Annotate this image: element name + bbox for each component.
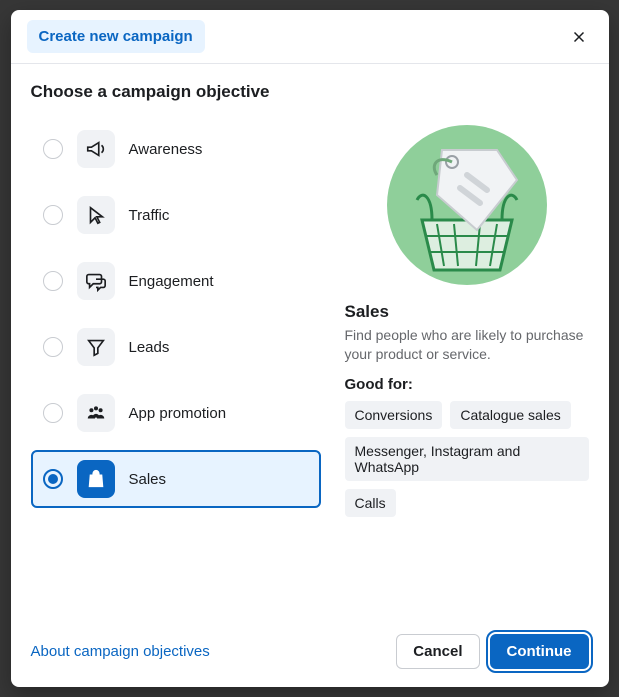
tag-messenger-instagram-whatsapp: Messenger, Instagram and WhatsApp [345,437,589,481]
shopping-bag-icon [77,460,115,498]
chat-icon [77,262,115,300]
modal-body: Choose a campaign objective Awareness [11,64,609,620]
people-icon [77,394,115,432]
objective-engagement[interactable]: Engagement [31,252,321,310]
objective-detail-column: Sales Find people who are likely to purc… [345,120,589,517]
radio-awareness[interactable] [43,139,63,159]
objective-awareness[interactable]: Awareness [31,120,321,178]
objective-sales[interactable]: Sales [31,450,321,508]
radio-traffic[interactable] [43,205,63,225]
close-icon [570,28,588,46]
objective-app-promotion[interactable]: App promotion [31,384,321,442]
cursor-icon [77,196,115,234]
objectives-list-column: Awareness Traffic [31,120,321,517]
campaign-objective-modal: Create new campaign Choose a campaign ob… [11,10,609,687]
objective-leads[interactable]: Leads [31,318,321,376]
continue-button[interactable]: Continue [490,634,589,669]
good-for-label: Good for: [345,376,589,393]
detail-title: Sales [345,302,589,322]
radio-sales[interactable] [43,469,63,489]
good-for-tags: Conversions Catalogue sales Messenger, I… [345,401,589,517]
funnel-icon [77,328,115,366]
cancel-button[interactable]: Cancel [396,634,479,669]
objective-traffic[interactable]: Traffic [31,186,321,244]
objective-label: Engagement [129,273,214,290]
objective-label: Awareness [129,141,203,158]
radio-engagement[interactable] [43,271,63,291]
megaphone-icon [77,130,115,168]
objectives-list: Awareness Traffic [31,120,321,508]
objective-label: App promotion [129,405,227,422]
detail-description: Find people who are likely to purchase y… [345,326,589,364]
sales-illustration [382,120,552,290]
modal-backdrop: Create new campaign Choose a campaign ob… [0,0,619,697]
close-button[interactable] [565,23,593,51]
section-title: Choose a campaign objective [31,82,589,102]
radio-app-promotion[interactable] [43,403,63,423]
objective-label: Sales [129,471,167,488]
modal-header: Create new campaign [11,10,609,64]
create-campaign-chip[interactable]: Create new campaign [27,20,205,53]
tag-calls: Calls [345,489,396,517]
tag-catalogue-sales: Catalogue sales [450,401,570,429]
modal-footer: About campaign objectives Cancel Continu… [11,620,609,687]
content-columns: Awareness Traffic [31,120,589,517]
about-objectives-link[interactable]: About campaign objectives [31,643,210,660]
tag-conversions: Conversions [345,401,443,429]
footer-buttons: Cancel Continue [396,634,588,669]
radio-leads[interactable] [43,337,63,357]
objective-label: Traffic [129,207,170,224]
objective-label: Leads [129,339,170,356]
